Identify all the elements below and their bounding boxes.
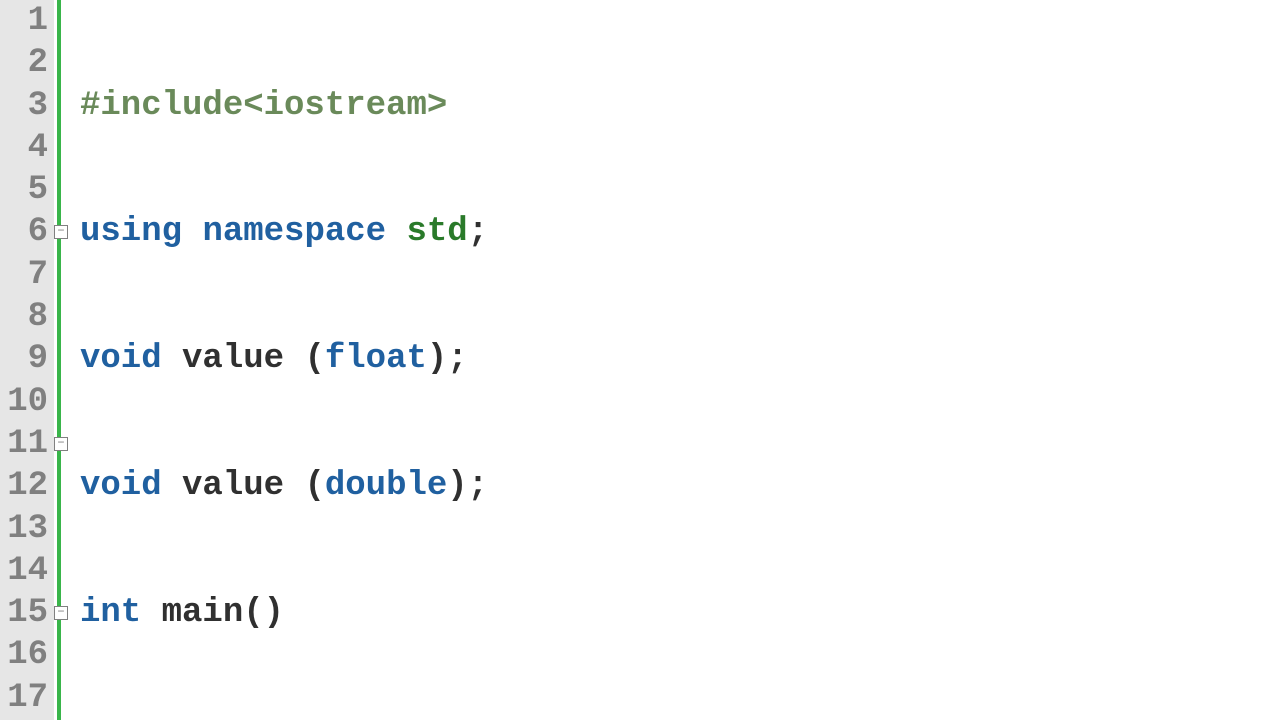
line-number: 13 (2, 508, 48, 550)
fold-toggle-icon[interactable]: − (54, 437, 68, 451)
line-number: 8 (2, 296, 48, 338)
line-number: 5 (2, 169, 48, 211)
line-number: 3 (2, 85, 48, 127)
line-number: 10 (2, 381, 48, 423)
line-number: 15 (2, 592, 48, 634)
fold-column: − − − (54, 0, 74, 720)
line-number: 11 (2, 423, 48, 465)
code-editor[interactable]: 1 2 3 4 5 6 7 8 9 10 11 12 13 14 15 16 1… (0, 0, 1280, 720)
line-number: 14 (2, 550, 48, 592)
line-number: 2 (2, 42, 48, 84)
code-line[interactable]: using namespace std; (80, 211, 651, 253)
fold-toggle-icon[interactable]: − (54, 606, 68, 620)
line-number: 12 (2, 465, 48, 507)
code-line[interactable]: int main() (80, 592, 651, 634)
line-number: 16 (2, 634, 48, 676)
line-number: 7 (2, 254, 48, 296)
code-line[interactable]: #include<iostream> (80, 85, 651, 127)
line-number: 9 (2, 338, 48, 380)
line-number: 6 (2, 211, 48, 253)
code-area[interactable]: #include<iostream> using namespace std; … (74, 0, 651, 720)
line-number: 1 (2, 0, 48, 42)
preprocessor-token: #include<iostream> (80, 87, 447, 125)
line-number-gutter: 1 2 3 4 5 6 7 8 9 10 11 12 13 14 15 16 1… (0, 0, 54, 720)
line-number: 17 (2, 677, 48, 719)
code-line[interactable]: void value (float); (80, 338, 651, 380)
code-line[interactable]: void value (double); (80, 465, 651, 507)
line-number: 4 (2, 127, 48, 169)
fold-toggle-icon[interactable]: − (54, 225, 68, 239)
